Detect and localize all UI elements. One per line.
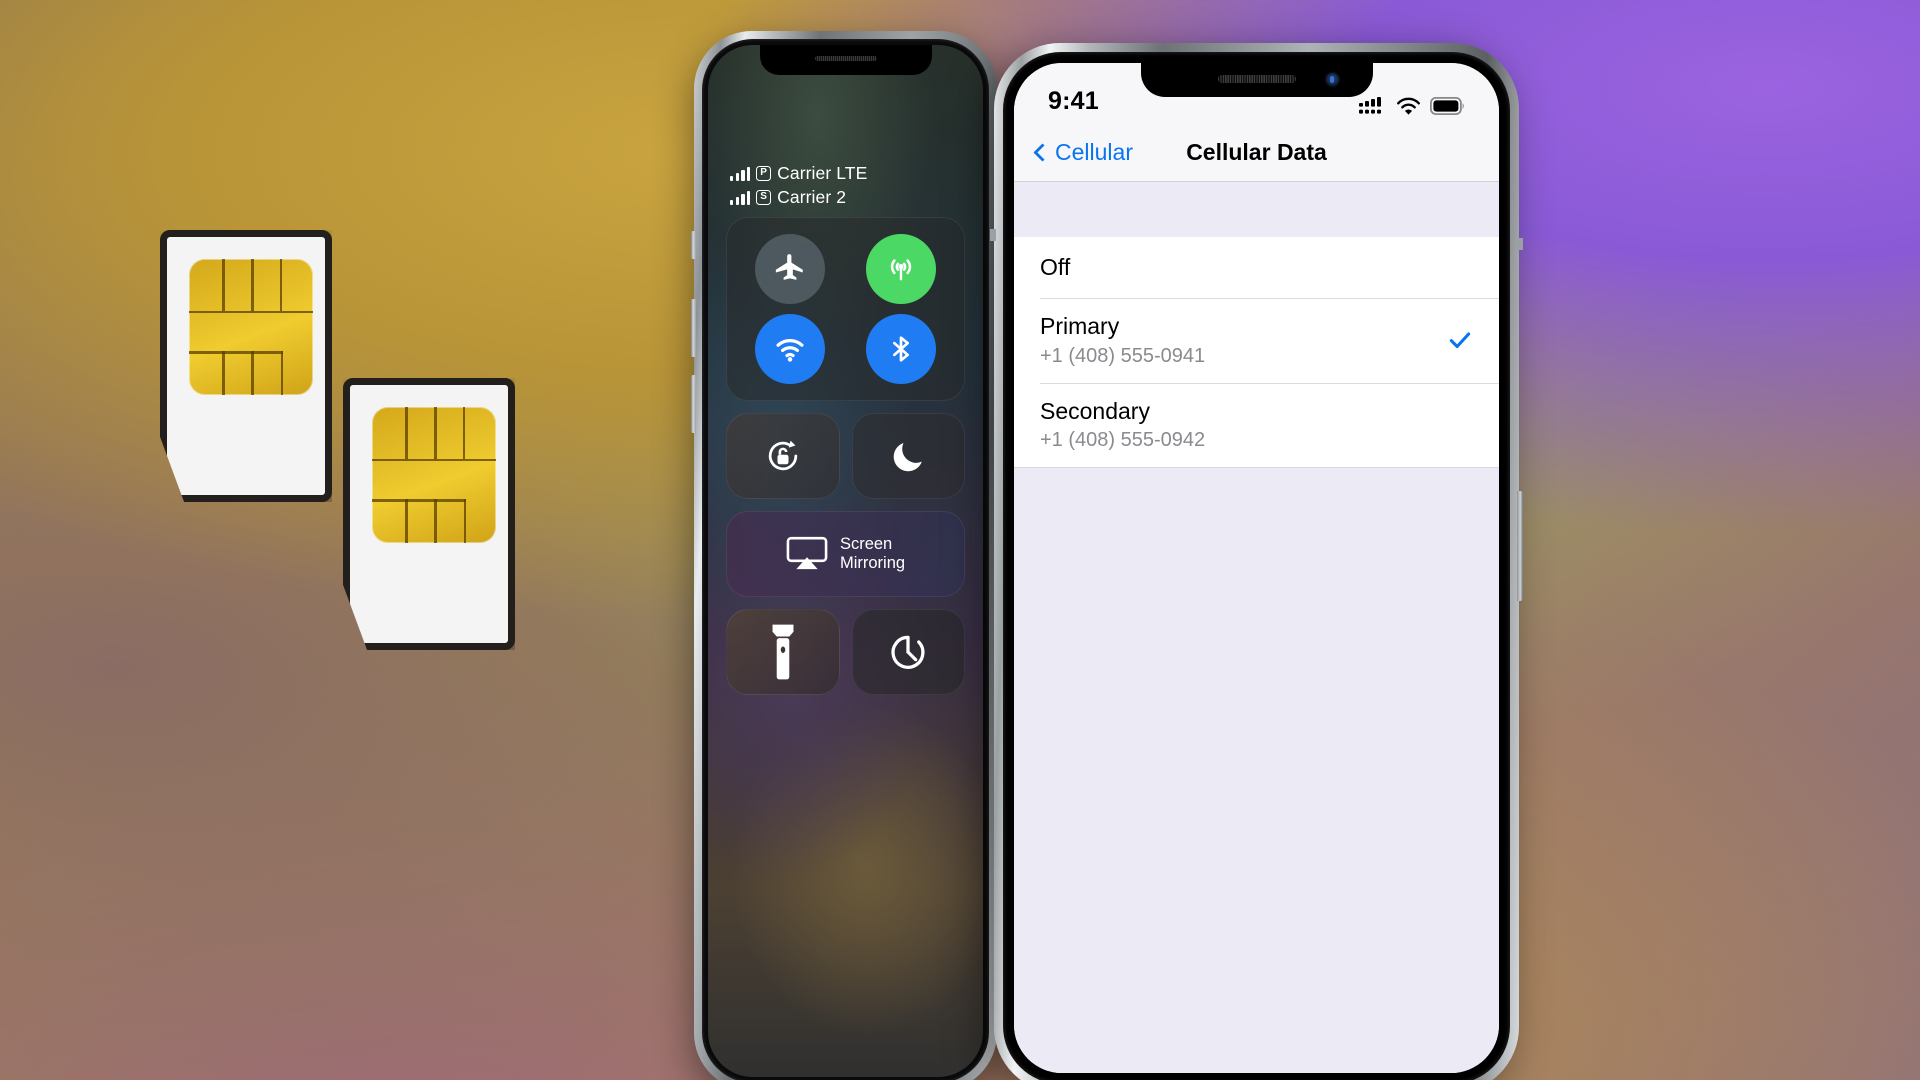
back-phone-notch (759, 45, 932, 75)
dual-signal-icon (1359, 97, 1381, 114)
sim-card-primary (160, 230, 332, 502)
carrier-row-primary: P Carrier LTE (730, 163, 965, 184)
cellular-data-options-list: Off Primary +1 (408) 555-0941 Secondary … (1014, 237, 1499, 468)
signal-bars-icon (730, 166, 751, 181)
screen-mirroring-button[interactable]: Screen Mirroring (726, 511, 965, 597)
airplane-mode-toggle[interactable] (754, 234, 825, 304)
do-not-disturb-toggle[interactable] (851, 413, 965, 499)
sim-card-secondary (343, 378, 515, 650)
list-section-gap (1014, 181, 1499, 237)
airplay-screen-icon (786, 536, 828, 570)
front-phone-bezel: 9:41 Cellular Cellular Data Off Primary … (1003, 52, 1510, 1080)
timer-icon (891, 635, 925, 669)
primary-badge-icon: P (756, 166, 772, 181)
list-item-text: Off (1040, 253, 1070, 282)
side-power-button[interactable] (1517, 491, 1523, 601)
carrier-name-primary: Carrier LTE (777, 163, 868, 183)
navigation-bar: Cellular Cellular Data (1014, 123, 1499, 181)
checkmark-icon (1449, 332, 1471, 349)
list-item-subtitle: +1 (408) 555-0942 (1040, 429, 1206, 452)
signal-bars-icon (730, 190, 751, 205)
wifi-toggle[interactable] (754, 314, 825, 384)
chevron-left-icon (1033, 142, 1052, 162)
list-item-secondary[interactable]: Secondary +1 (408) 555-0942 (1014, 382, 1499, 468)
carrier-row-secondary: S Carrier 2 (730, 187, 965, 208)
secondary-badge-icon: S (756, 190, 772, 205)
volume-up-button[interactable] (691, 299, 696, 357)
airplane-icon (775, 254, 803, 280)
sim-chip-icon (189, 259, 313, 395)
rotation-lock-icon (768, 440, 797, 471)
navigation-block: 9:41 Cellular Cellular Data (1014, 63, 1499, 181)
antenna-band-right (1517, 238, 1523, 250)
wifi-icon (776, 339, 804, 362)
earpiece-speaker-icon (1217, 75, 1296, 83)
moon-icon (893, 443, 923, 472)
list-item-text: Secondary +1 (408) 555-0942 (1040, 397, 1205, 454)
list-item-text: Primary +1 (408) 555-0941 (1040, 312, 1205, 369)
screen-mirroring-label-line1: Screen (839, 534, 893, 553)
control-center-screen: P Carrier LTE S Carrier 2 Screen Mirrori… (708, 45, 983, 1077)
status-bar-clock: 9:41 (1048, 87, 1099, 115)
bluetooth-toggle[interactable] (866, 314, 937, 384)
flashlight-toggle[interactable] (726, 609, 840, 695)
bluetooth-icon (893, 336, 910, 362)
list-item-primary[interactable]: Primary +1 (408) 555-0941 (1014, 297, 1499, 383)
antenna-band-left (990, 229, 996, 241)
front-phone-notch (1140, 63, 1373, 97)
back-button-label: Cellular (1055, 138, 1133, 165)
screen-mirroring-label-line2: Mirroring (839, 554, 906, 572)
connectivity-card (726, 217, 965, 401)
back-phone-bezel: P Carrier LTE S Carrier 2 Screen Mirrori… (702, 39, 989, 1080)
sim-chip-icon (372, 407, 496, 543)
earpiece-speaker-icon (814, 56, 877, 61)
list-item-title: Secondary (1040, 397, 1150, 424)
list-item-title: Off (1040, 254, 1071, 280)
cellular-antenna-icon (891, 259, 912, 281)
rotation-lock-toggle[interactable] (726, 413, 840, 499)
back-phone-device: P Carrier LTE S Carrier 2 Screen Mirrori… (691, 31, 997, 1080)
toggle-pair-row (726, 413, 965, 499)
list-item-title: Primary (1040, 312, 1120, 339)
battery-icon (1430, 97, 1464, 115)
empty-list-area (1014, 467, 1499, 1073)
status-bar-indicators (1359, 96, 1465, 116)
bottom-toggle-row (726, 609, 965, 695)
front-phone-device: 9:41 Cellular Cellular Data Off Primary … (990, 43, 1523, 1080)
carrier-labels: P Carrier LTE S Carrier 2 (730, 163, 965, 208)
back-button-cellular[interactable]: Cellular (1033, 138, 1133, 166)
wifi-icon (1397, 97, 1420, 115)
flashlight-icon (772, 624, 794, 680)
carrier-name-secondary: Carrier 2 (777, 187, 847, 207)
mute-switch[interactable] (691, 231, 696, 259)
cellular-data-toggle[interactable] (866, 234, 937, 304)
front-camera-icon (1325, 73, 1339, 86)
volume-down-button[interactable] (691, 375, 696, 433)
cellular-data-screen: 9:41 Cellular Cellular Data Off Primary … (1014, 63, 1499, 1073)
timer-toggle[interactable] (851, 609, 965, 695)
screen-mirroring-label: Screen Mirroring (840, 535, 905, 574)
list-item-subtitle: +1 (408) 555-0941 (1040, 344, 1206, 367)
control-center: P Carrier LTE S Carrier 2 Screen Mirrori… (708, 163, 983, 695)
list-item-off[interactable]: Off (1014, 237, 1499, 298)
